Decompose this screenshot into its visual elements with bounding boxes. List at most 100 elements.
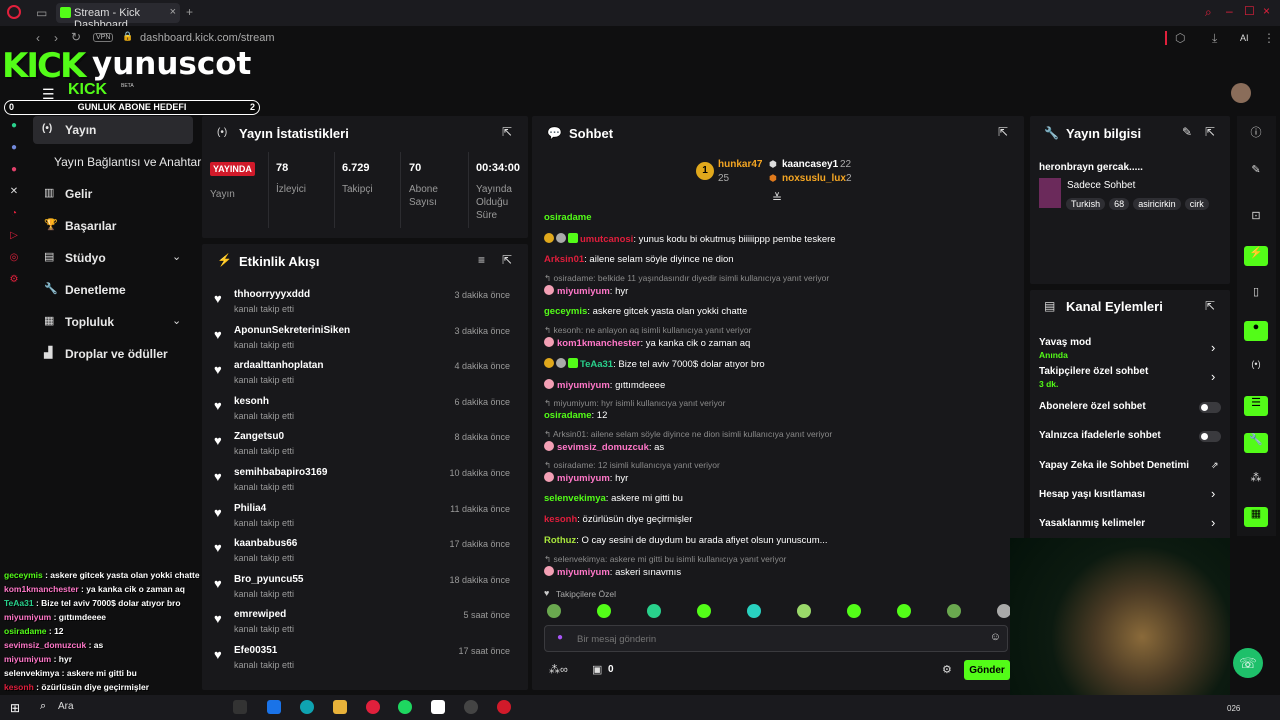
chat-username[interactable]: miyumiyum [557,380,610,391]
chat-username[interactable]: geceymis [544,306,587,317]
chat-username[interactable]: miyumiyum [557,473,610,484]
sort-icon[interactable]: ≚ [772,191,782,205]
chat-message[interactable]: umutcanosi: yunus kodu bi okutmuş biiiii… [544,233,836,245]
chevron-right-icon[interactable]: › [1211,369,1215,384]
broadcast-icon[interactable]: (•) [1244,359,1268,379]
extensions-icon[interactable]: ⬡ [1175,31,1185,45]
chevron-down-icon[interactable]: ⌄ [172,314,181,327]
opera-logo-icon[interactable] [7,5,21,19]
windows-start-icon[interactable]: ⊞ [10,701,20,715]
banned-words[interactable]: Yasaklanmış kelimeler [1039,518,1145,529]
browser-tab[interactable]: Stream - Kick Dashboard × [56,3,180,31]
obs-icon[interactable] [464,700,478,714]
chat-message[interactable]: miyumiyum: hyr [544,472,628,484]
nav-item-stream[interactable]: (•) Yayın [33,116,193,144]
nav-item-achievements[interactable]: Başarılar [65,219,116,233]
popout-icon[interactable]: ⇱ [502,125,512,139]
task-view-icon[interactable] [233,700,247,714]
chat-username[interactable]: miyumiyum [557,286,610,297]
chat-message[interactable]: osiradame [544,212,592,223]
vpn-badge[interactable]: VPN [93,33,114,42]
emote-icon[interactable] [947,604,961,618]
files-icon[interactable] [333,700,347,714]
chat-username[interactable]: kom1kmanchester [557,338,640,349]
tabs-icon[interactable]: ▭ [36,6,47,20]
external-link-icon[interactable]: ⇗ [1211,460,1219,471]
slow-mode[interactable]: Yavaş mod [1039,337,1091,348]
emote-icon[interactable] [547,604,561,618]
chat-username[interactable]: selenvekimya [544,493,606,504]
chat-username[interactable]: umutcanosi [580,234,633,245]
back-icon[interactable]: ‹ [36,31,40,45]
pencil-icon[interactable]: ✎ [1244,163,1268,183]
search-tabs-icon[interactable]: ⌕ [1205,5,1212,20]
lightning-icon[interactable]: ⚡ [1244,246,1268,266]
nav-item-community[interactable]: Topluluk [65,315,114,329]
chat-message[interactable]: Arksin01: ailene selam söyle diyince ne … [544,254,734,265]
send-button[interactable]: Gönder [964,660,1010,680]
chevron-right-icon[interactable]: › [1211,340,1215,355]
history-icon[interactable]: ◔ [0,208,28,230]
emote-icon[interactable] [597,604,611,618]
chevron-right-icon[interactable]: › [1211,515,1215,530]
followers-only-chat[interactable]: Takipçilere özel sohbet [1039,366,1148,377]
discord-icon[interactable]: ● [0,142,28,164]
chat-message[interactable]: kesonh: özürlüsün diye geçirmişler [544,514,692,525]
chat-username[interactable]: sevimsiz_domuzcuk [557,442,649,453]
wrench-icon[interactable]: 🔧 [1244,433,1268,453]
ai-button[interactable]: AI [1240,33,1249,43]
chat-settings-icon[interactable]: ⚙ [942,663,952,676]
recorder-icon[interactable] [497,700,511,714]
emote-only-toggle[interactable] [1199,431,1221,442]
nav-item-stream-key[interactable]: Yayın Bağlantısı ve Anahtarı [54,155,205,169]
filter-icon[interactable]: ≡ [478,253,485,267]
gifter-name[interactable]: noxsuslu_lux [782,173,846,184]
gift-icon[interactable]: ▣ [592,663,602,676]
user-avatar[interactable] [1231,83,1251,103]
edge-icon[interactable] [300,700,314,714]
nav-item-revenue[interactable]: Gelir [65,187,92,201]
minimize-icon[interactable]: – [1226,4,1233,18]
emote-icon[interactable] [847,604,861,618]
chevron-right-icon[interactable]: › [1211,486,1215,501]
x-icon[interactable]: ✕ [0,186,28,208]
chat-username[interactable]: TeAa31 [580,359,613,370]
support-button[interactable]: ☏ [1233,648,1263,678]
feed-item[interactable]: ♥ Zangetsu0 kanalı takip etti 8 dakika önce [202,431,522,467]
chat-input[interactable] [577,631,977,647]
feed-item[interactable]: ♥ emrewiped kanalı takip etti 5 saat önce [202,609,522,645]
reload-icon[interactable]: ↻ [71,30,81,44]
tab-close-icon[interactable]: × [170,6,176,18]
info-icon[interactable]: ⓘ [1244,124,1268,144]
popout-icon[interactable]: ⇱ [1205,125,1215,139]
points-icon[interactable]: ⁂∞ [549,663,568,676]
feed-item[interactable]: ♥ AponunSekreteriniSiken kanalı takip etti… [202,325,522,361]
capcut-icon[interactable] [431,700,445,714]
emote-icon[interactable] [647,604,661,618]
edit-icon[interactable]: ✎ [1182,125,1192,139]
feed-item[interactable]: ♥ thhoorryyyxddd kanalı takip etti 3 dakika… [202,289,522,325]
feed-item[interactable]: ♥ semihbabapiro3169 kanalı takip etti 10 da… [202,467,522,503]
chevron-down-icon[interactable]: ⌄ [172,250,181,263]
maximize-icon[interactable]: ☐ [1244,4,1255,18]
search-icon[interactable]: ⌕ [40,700,46,713]
chat-message[interactable]: miyumiyum: gıttımdeeee [544,379,665,391]
nav-item-drops[interactable]: Droplar ve ödüller [65,347,168,361]
chat-message[interactable]: miyumiyum: askeri sınavmıs [544,566,681,578]
target-icon[interactable]: ⊡ [1244,209,1268,229]
close-window-icon[interactable]: × [1263,4,1270,18]
chat-username[interactable]: osiradame [544,212,592,223]
chat-message[interactable]: geceymis: askere gitcek yasta olan yokki… [544,306,747,317]
new-tab-icon[interactable]: + [186,5,193,19]
chat-message[interactable]: miyumiyum: hyr [544,285,628,297]
tag-chip[interactable]: 68 [1109,198,1130,210]
chat-message[interactable]: sevimsiz_domuzcuk: as [544,441,664,453]
feed-item[interactable]: ♥ kesonh kanalı takip etti 6 dakika önce [202,396,522,432]
list-icon[interactable]: ☰ [1244,396,1268,416]
ai-moderation[interactable]: Yapay Zeka ile Sohbet Denetimi [1039,460,1189,471]
emote-icon[interactable] [997,604,1011,618]
chat-message[interactable]: Rothuz: O cay sesini de duydum bu arada … [544,535,828,546]
tag-chip[interactable]: asiricirkin [1133,198,1181,210]
chat-username[interactable]: Arksin01 [544,254,584,265]
chat-username[interactable]: miyumiyum [557,567,610,578]
